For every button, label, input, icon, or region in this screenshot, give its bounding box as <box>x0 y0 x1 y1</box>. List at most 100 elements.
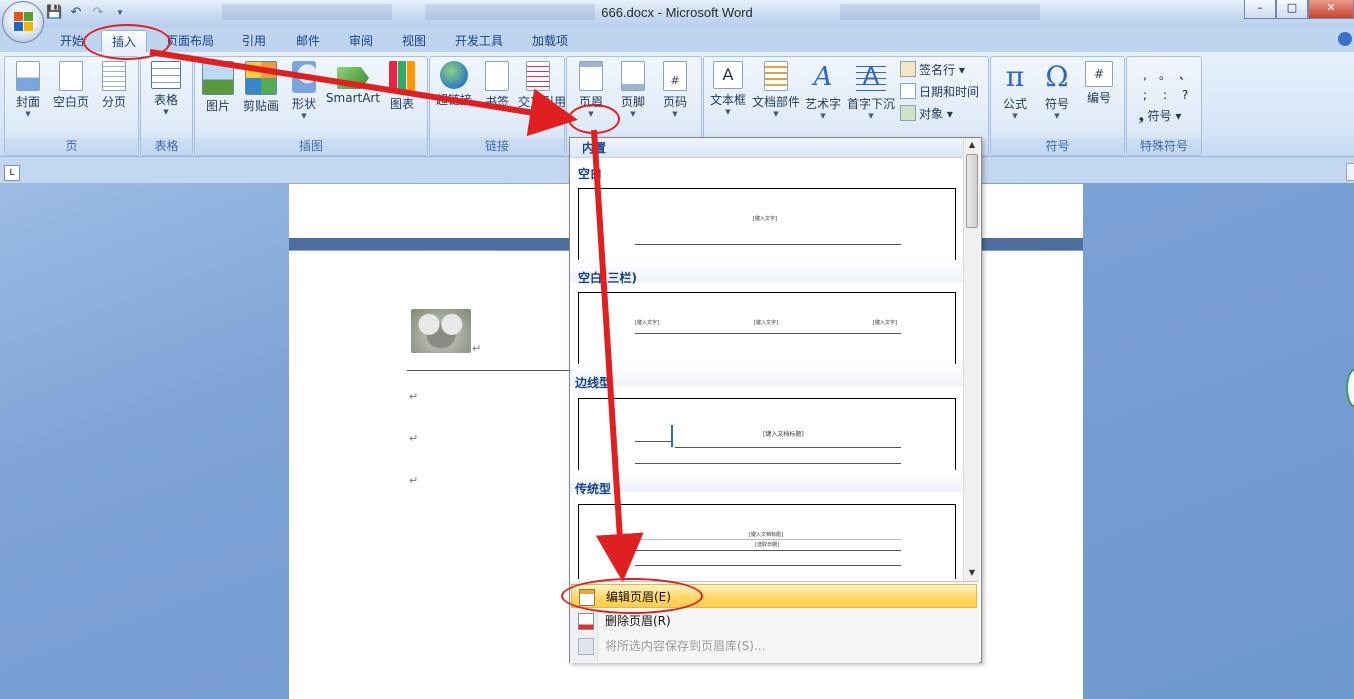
smartart-label: SmartArt <box>325 91 381 105</box>
wordart-arrow-icon: ▼ <box>820 112 826 120</box>
window-controls: – □ ✕ <box>1244 0 1354 19</box>
equation-button[interactable]: π 公式 ▼ <box>995 61 1035 121</box>
numbering-label: 编号 <box>1086 91 1111 105</box>
glyph-semicolon[interactable]: ; <box>1135 85 1155 105</box>
smartart-button[interactable]: SmartArt <box>325 61 381 105</box>
group-special-symbols-label: 特殊符号 <box>1127 138 1201 155</box>
preview-placeholder-text: [键入文档标题] <box>749 532 783 538</box>
tab-mailings[interactable]: 邮件 <box>294 30 322 52</box>
cover-page-label: 封面 <box>15 95 40 109</box>
scroll-up-icon[interactable]: ▲ <box>967 140 977 149</box>
page-number-button[interactable]: # 页码 ▼ <box>657 61 693 118</box>
maximize-button[interactable]: □ <box>1276 0 1308 19</box>
view-ruler-button[interactable] <box>1346 163 1354 181</box>
smartart-icon <box>337 67 369 89</box>
minimize-button[interactable]: – <box>1244 0 1276 19</box>
gallery-item-title: 空白(三栏) <box>578 271 637 285</box>
tab-view[interactable]: 视图 <box>400 30 428 52</box>
table-button[interactable]: 表格 ▼ <box>149 61 183 116</box>
annotation-circle-insert-tab <box>83 24 171 60</box>
preview-placeholder-text: [键入文字] <box>635 320 659 326</box>
tab-references[interactable]: 引用 <box>240 30 268 52</box>
bookmark-icon <box>485 61 509 91</box>
cover-page-button[interactable]: 封面 ▼ <box>11 61 45 118</box>
preview-rule <box>635 463 901 464</box>
page-break-button[interactable]: 分页 <box>97 61 131 110</box>
close-button[interactable]: ✕ <box>1308 0 1354 19</box>
drop-cap-arrow-icon: ▼ <box>868 112 874 120</box>
signature-line-icon <box>900 61 916 77</box>
quick-parts-label: 文档部件 <box>751 95 800 109</box>
text-box-icon: A <box>713 61 743 89</box>
preview-rule <box>675 447 901 448</box>
date-time-icon <box>900 83 916 99</box>
text-box-button[interactable]: A 文本框 ▼ <box>708 61 748 116</box>
scroll-down-icon[interactable]: ▼ <box>967 568 977 577</box>
glyph-colon[interactable]: : <box>1155 85 1175 105</box>
wordart-button[interactable]: A 艺术字 ▼ <box>804 61 842 120</box>
clip-art-icon <box>245 61 277 95</box>
footer-button[interactable]: 页脚 ▼ <box>615 61 651 118</box>
gallery-preview: [键入文档标题] [选取日期] <box>578 504 956 579</box>
table-arrow-icon: ▼ <box>163 108 169 116</box>
shapes-button[interactable]: 形状 ▼ <box>287 61 321 120</box>
equation-label: 公式 <box>1002 97 1027 111</box>
cross-reference-button[interactable]: 交叉引用 <box>518 61 566 110</box>
symbol-label: 符号 <box>1044 97 1069 111</box>
gallery-item-sideline[interactable]: 边线型 [键入文档标题] <box>570 366 963 472</box>
cover-page-icon <box>16 61 40 91</box>
gallery-item-blank-three-column[interactable]: 空白(三栏) [键入文字] [键入文字] [键入文字] <box>570 262 963 366</box>
footer-label: 页脚 <box>620 95 645 109</box>
drop-cap-button[interactable]: A 首字下沉 ▼ <box>846 61 896 120</box>
quick-parts-button[interactable]: 文档部件 ▼ <box>750 61 802 118</box>
picture-button[interactable]: 图片 <box>201 61 235 114</box>
bookmark-button[interactable]: 书签 <box>480 61 514 110</box>
footer-icon <box>621 61 645 91</box>
shapes-arrow-icon: ▼ <box>301 112 307 120</box>
date-time-label: 日期和时间 <box>919 85 980 99</box>
preview-placeholder-text: [键入文档标题] <box>763 431 804 438</box>
group-page: 封面 ▼ 空白页 分页 页 <box>4 56 139 156</box>
tab-home[interactable]: 开始 <box>58 30 86 52</box>
tab-review[interactable]: 审阅 <box>347 30 375 52</box>
group-page-label: 页 <box>5 138 138 155</box>
glyph-comma[interactable]: , <box>1135 65 1155 85</box>
paragraph-mark: ↵ <box>409 474 419 487</box>
koala-image[interactable] <box>411 309 471 353</box>
clip-art-button[interactable]: 剪贴画 <box>239 61 283 114</box>
page-break-label: 分页 <box>101 95 126 109</box>
date-time-button[interactable]: 日期和时间 <box>900 83 979 100</box>
hyperlink-button[interactable]: 超链接 <box>434 61 474 108</box>
special-symbol-button[interactable]: ❟ 符号 ▾ <box>1139 107 1181 124</box>
tab-selector-button[interactable]: L <box>4 165 20 181</box>
picture-icon <box>202 61 234 95</box>
numbering-button[interactable]: # 编号 <box>1081 61 1117 106</box>
gallery-item-title: 边线型 <box>575 376 612 390</box>
gallery-preview: [键入文字] <box>578 188 956 261</box>
glyph-question[interactable]: ? <box>1175 85 1195 105</box>
gallery-header: 内置 <box>570 138 963 158</box>
tab-page-layout[interactable]: 页面布局 <box>164 30 216 52</box>
tab-add-ins[interactable]: 加载项 <box>530 30 570 52</box>
object-button[interactable]: 对象 ▾ <box>900 105 953 122</box>
gallery-preview: [键入文档标题] <box>578 398 956 471</box>
signature-line-button[interactable]: 签名行 ▾ <box>900 61 965 78</box>
text-box-label: 文本框 <box>709 93 746 107</box>
symbol-button[interactable]: Ω 符号 ▼ <box>1039 60 1075 121</box>
special-symbol-label: 符号 <box>1147 109 1172 123</box>
gallery-item-traditional[interactable]: 传统型 [键入文档标题] [选取日期] <box>570 472 963 580</box>
remove-header-icon <box>578 613 594 630</box>
tab-developer[interactable]: 开发工具 <box>453 30 505 52</box>
help-icon[interactable] <box>1338 32 1352 46</box>
office-button[interactable] <box>2 1 44 43</box>
omega-icon: Ω <box>1045 60 1069 93</box>
preview-rule <box>635 244 901 245</box>
header-icon <box>579 61 603 91</box>
glyph-period[interactable]: 。 <box>1155 65 1175 85</box>
glyph-enum-comma[interactable]: 、 <box>1175 65 1195 85</box>
gallery-item-blank[interactable]: 空白 [键入文字] <box>570 158 963 262</box>
group-illustrations-label: 插图 <box>195 138 427 155</box>
blank-page-button[interactable]: 空白页 <box>51 61 91 110</box>
chart-button[interactable]: 图表 <box>385 61 419 112</box>
gallery-scroll-thumb[interactable] <box>966 154 978 228</box>
